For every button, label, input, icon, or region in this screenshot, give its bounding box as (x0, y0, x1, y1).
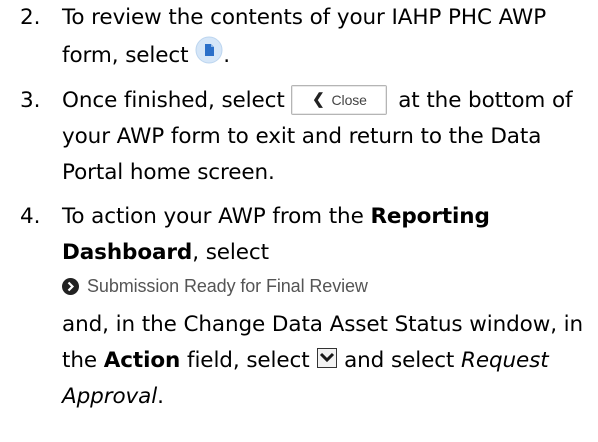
chevron-left-icon: ❮ (312, 91, 325, 108)
step-text: To review the contents of your IAHP PHC … (62, 5, 547, 68)
step-number: 2. (20, 5, 41, 30)
submission-ready-label: Submission Ready for Final Review (87, 276, 368, 296)
close-button-label: Close (331, 91, 367, 108)
step-3: 3. Once finished, select ❮ Close at the b… (0, 83, 598, 191)
step-text: Once finished, select (62, 88, 292, 113)
instruction-list: 2. To review the contents of your IAHP P… (0, 0, 598, 415)
document-icon[interactable] (195, 36, 223, 64)
step-text: and select (337, 348, 461, 373)
step-number: 4. (20, 204, 41, 229)
step-text: To action your AWP from the (62, 204, 371, 229)
submission-ready-link[interactable]: Submission Ready for Final Review (62, 271, 368, 301)
action-field-label: Action (103, 348, 181, 373)
step-text-end: . (223, 43, 230, 68)
step-text-end: . (157, 384, 164, 409)
step-text: , select (192, 240, 269, 265)
circle-arrow-right-icon (62, 277, 79, 295)
close-button[interactable]: ❮ Close (291, 84, 388, 115)
step-2: 2. To review the contents of your IAHP P… (0, 0, 598, 74)
step-4: 4. To action your AWP from the Reporting… (0, 199, 598, 415)
step-text: field, select (180, 348, 317, 373)
step-number: 3. (20, 88, 41, 113)
dropdown-chevron-icon[interactable] (317, 348, 338, 368)
